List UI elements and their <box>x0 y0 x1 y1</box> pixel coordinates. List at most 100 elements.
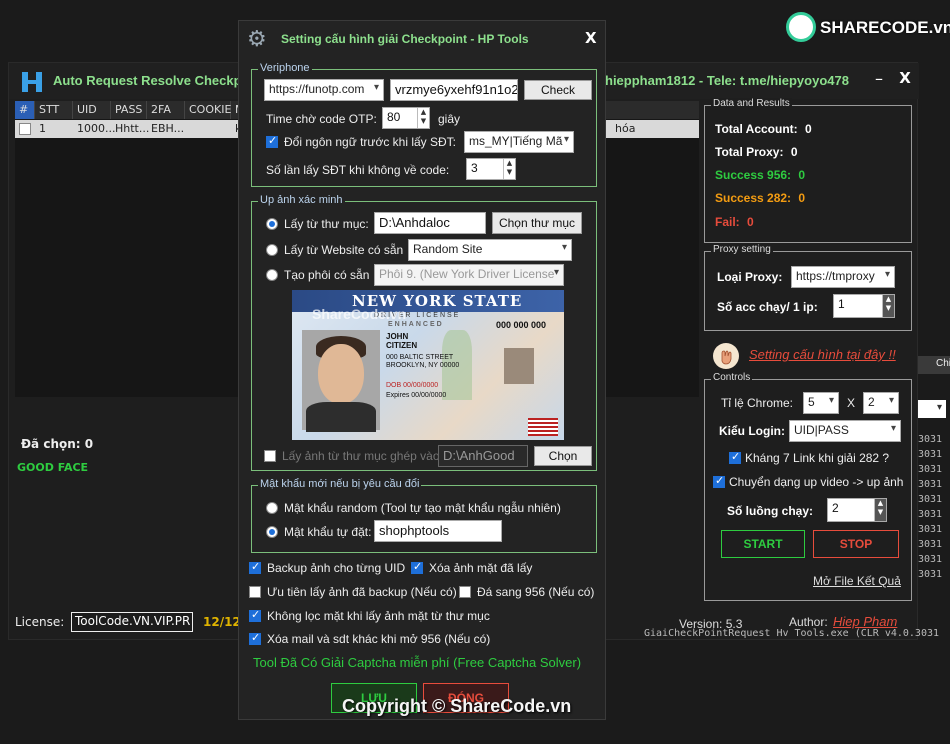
backup-checkbox[interactable] <box>249 560 261 574</box>
stop-button[interactable]: STOP <box>813 530 899 558</box>
log-line: 3031 <box>918 464 943 475</box>
no-filter-label: Không lọc mặt khi lấy ảnh mặt từ thư mục <box>267 609 490 623</box>
table-cell: 1 <box>39 122 46 135</box>
threads-value: 2 <box>832 501 839 515</box>
embryo-value: Phôi 9. (New York Driver License <box>379 267 555 281</box>
log-bottom-line: GiaiCheckPointRequest Hv Tools.exe (CLR … <box>644 628 940 639</box>
selected-label: Đã chọn: <box>21 437 81 451</box>
setting-link[interactable]: Setting cấu hình tại đây !! <box>749 347 896 362</box>
upload-title: Up ảnh xác minh <box>258 194 345 206</box>
grid-header-cell[interactable]: STT <box>35 101 73 119</box>
card-dob: DOB 00/00/0000 <box>386 382 439 389</box>
to956-label: Đá sang 956 (Nếu có) <box>477 585 595 599</box>
chevron-down-icon: ▾ <box>561 242 567 253</box>
main-title-contact: hieppham1812 - Tele: t.me/hiepyoyo478 <box>605 73 849 88</box>
chrome-ratio-label: Tỉ lệ Chrome: <box>721 396 794 410</box>
embryo-select[interactable]: Phôi 9. (New York Driver License ▾ <box>374 264 564 286</box>
prefer-backup-label: Ưu tiên lấy ảnh đã backup (Nếu có) <box>267 585 457 599</box>
from-site-radio[interactable] <box>266 244 278 256</box>
kh7-checkbox[interactable] <box>729 450 741 464</box>
log-line: 3031 <box>918 449 943 460</box>
stepper-arrows-icon[interactable]: ▲ ▼ <box>503 159 515 179</box>
delete-used-checkbox[interactable] <box>411 560 423 574</box>
video-checkbox[interactable] <box>713 474 725 488</box>
close-button[interactable]: X <box>895 69 915 89</box>
lang-select[interactable]: ms_MY|Tiếng Mã ▾ <box>464 131 574 153</box>
log-panel: 3031 3031 3031 3031 3031 3031 3031 3031 … <box>918 426 950 580</box>
stepper-arrows-icon[interactable]: ▲ ▼ <box>874 499 886 521</box>
card-photo-small <box>504 348 534 384</box>
author-label: Author: <box>789 615 828 629</box>
author-link[interactable]: Hiep Pham <box>833 614 897 629</box>
card-name2: CITIZEN <box>386 341 418 350</box>
otp-site-select[interactable]: https://funotp.com ▾ <box>264 79 384 101</box>
total-proxy: Total Proxy: 0 <box>715 145 798 159</box>
prefer-backup-checkbox[interactable] <box>249 586 261 598</box>
choose-folder-button[interactable]: Chọn thư mục <box>492 212 582 234</box>
grid-header-cell[interactable]: UID <box>73 101 111 119</box>
log-line: 3031 <box>918 509 943 520</box>
proxy-panel: Proxy setting Loại Proxy: https://tmprox… <box>704 244 912 331</box>
grid-header-cell[interactable]: COOKIE <box>185 101 231 119</box>
card-watermark: ShareCode.vn <box>312 306 407 322</box>
row-select <box>15 120 35 138</box>
check-button[interactable]: Check <box>524 80 592 100</box>
partial-tab[interactable]: Chi <box>918 356 950 374</box>
custom-password-input[interactable]: shophptools <box>374 520 502 542</box>
change-lang-checkbox[interactable] <box>266 134 278 148</box>
embryo-radio[interactable] <box>266 269 278 281</box>
otp-site-value: https://funotp.com <box>269 82 365 96</box>
start-button[interactable]: START <box>721 530 805 558</box>
retry-stepper[interactable]: 3 ▲ ▼ <box>466 158 516 180</box>
row-checkbox[interactable] <box>19 123 31 135</box>
log-line: 3031 <box>918 494 943 505</box>
delete-used-label: Xóa ảnh mặt đã lấy <box>429 561 533 575</box>
site-select[interactable]: Random Site ▾ <box>408 239 572 261</box>
success-956: Success 956: 0 <box>715 168 805 182</box>
otp-wait-stepper[interactable]: 80 ▲ ▼ <box>382 107 430 129</box>
selected-count: Đã chọn: 0 <box>21 437 93 451</box>
custom-password-radio[interactable] <box>266 526 278 538</box>
table-cell-empty <box>185 120 231 138</box>
from-folder-radio[interactable] <box>266 218 278 230</box>
merge-choose-button[interactable]: Chọn <box>534 446 592 466</box>
login-select[interactable]: UID|PASS ▾ <box>789 420 901 442</box>
logo-icon <box>786 12 816 42</box>
delete-mail-checkbox[interactable] <box>249 631 261 645</box>
to956-checkbox[interactable] <box>459 586 471 598</box>
backup-label: Backup ảnh cho từng UID <box>267 561 406 575</box>
api-key-input[interactable]: vrzmye6yxehf91n1o2 <box>390 79 518 101</box>
total-account-label: Total Account: <box>715 122 798 136</box>
login-label: Kiểu Login: <box>719 424 785 438</box>
log-filter-select[interactable]: ▾ <box>918 400 946 418</box>
controls-panel: Controls Tỉ lệ Chrome: 5 ▾ X 2 ▾ Kiểu Logi… <box>704 372 912 601</box>
minimize-button[interactable]: – <box>869 69 889 89</box>
chevron-down-icon: ▾ <box>888 395 894 406</box>
proxy-type-value: https://tmproxy <box>796 269 875 283</box>
chrome-ratio-a-select[interactable]: 5 ▾ <box>803 392 839 414</box>
grid-header-cell[interactable]: PASS <box>111 101 147 119</box>
per-ip-stepper[interactable]: 1 ▲ ▼ <box>833 294 895 318</box>
license-input[interactable]: ToolCode.VN.VIP.PR <box>71 612 193 632</box>
stepper-arrows-icon[interactable]: ▲ ▼ <box>417 108 429 128</box>
total-proxy-value: 0 <box>790 145 798 159</box>
merge-label: Lấy ảnh từ thư mục ghép vào: <box>282 449 443 463</box>
grid-header-cell[interactable]: # <box>15 101 35 119</box>
photo-face <box>318 344 364 404</box>
threads-stepper[interactable]: 2 ▲ ▼ <box>827 498 887 522</box>
merge-checkbox[interactable] <box>264 450 276 462</box>
from-folder-input[interactable]: D:\Anhdaloc <box>374 212 486 234</box>
proxy-type-select[interactable]: https://tmproxy ▾ <box>791 266 895 288</box>
grid-header-cell[interactable]: 2FA <box>147 101 185 119</box>
dialog-close-button[interactable]: X <box>585 29 597 47</box>
stepper-arrows-icon[interactable]: ▲ ▼ <box>882 295 894 317</box>
chevron-down-icon: ▾ <box>884 269 890 280</box>
random-password-radio[interactable] <box>266 502 278 514</box>
open-result-link[interactable]: Mở File Kết Quả <box>813 574 901 588</box>
card-addr1: 000 BALTIC STREET <box>386 354 454 361</box>
card-photo <box>302 330 380 432</box>
merge-folder-input[interactable]: D:\AnhGood <box>438 445 528 467</box>
chrome-ratio-b-select[interactable]: 2 ▾ <box>863 392 899 414</box>
no-filter-checkbox[interactable] <box>249 608 261 622</box>
password-title: Mật khẩu mới nếu bị yêu cầu đổi <box>258 478 422 490</box>
